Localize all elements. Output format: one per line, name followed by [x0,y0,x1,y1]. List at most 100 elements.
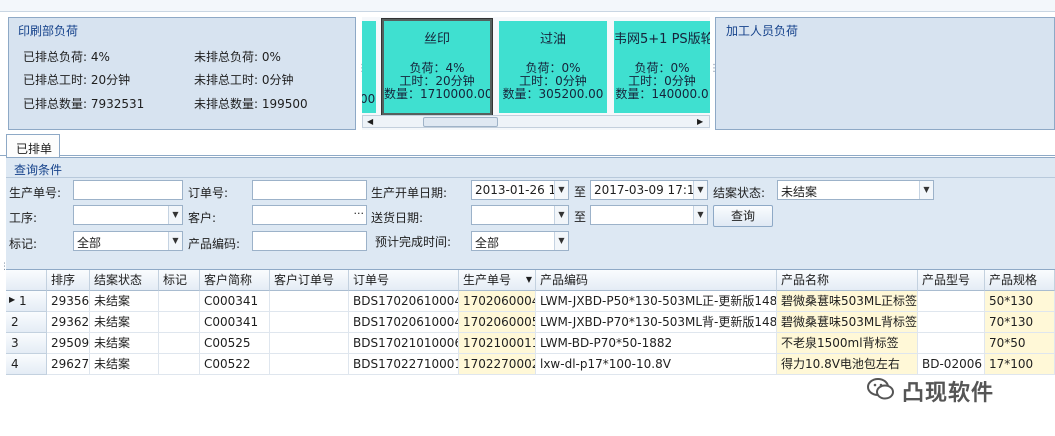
process-card-rotary[interactable]: 韦网5+1 PS版轮转 负荷：0% 工时：0分钟 数量：140000.0 [614,21,710,113]
filter-icon[interactable]: ▼ [526,270,532,290]
watermark-text: 凸现软件 [902,381,995,406]
chevron-down-icon[interactable]: ▼ [693,206,707,224]
process-card-varnish[interactable]: 过油 负荷：0% 工时：0分钟 数量：305200.00 [499,21,607,113]
table-cell[interactable]: 50*130 [985,291,1055,312]
order-no-label: 订单号: [188,186,229,200]
header-cust-order[interactable]: 客户订单号 [270,270,349,291]
header-customer[interactable]: 客户简称 [200,270,270,291]
header-order[interactable]: 排序 [47,270,90,291]
print-load-panel: 印刷部负荷 已排总负荷: 4% 未排总负荷: 0% 已排总工时: 20分钟 未排… [8,17,356,130]
open-date-from[interactable]: 2013-01-26 1 ▼ [471,180,569,200]
status-select[interactable]: 未结案 ▼ [777,180,934,200]
table-cell[interactable]: 碧微桑葚味503ML正标签 [777,291,918,312]
header-status[interactable]: 结案状态 [90,270,159,291]
ellipsis-icon[interactable]: ··· [354,207,365,220]
chevron-down-icon[interactable]: ▼ [554,181,568,199]
process-card-silkscreen[interactable]: 丝印 负荷：4% 工时：20分钟 数量：1710000.00 [381,18,493,116]
header-order-no[interactable]: 订单号 [349,270,459,291]
scroll-right-icon[interactable]: ▶ [697,116,703,128]
table-cell[interactable]: 未结案 [90,354,159,375]
scroll-thumb[interactable] [423,117,498,127]
order-no-input[interactable] [252,180,367,200]
table-cell[interactable] [270,333,349,354]
search-button[interactable]: 查询 [713,205,773,227]
row-indicator[interactable]: 3 [6,333,47,354]
table-cell[interactable]: 不老泉1500ml背标签 [777,333,918,354]
row-indicator[interactable]: 4 [6,354,47,375]
table-cell[interactable]: 29356 [47,291,90,312]
table-cell[interactable]: 29627 [47,354,90,375]
grid-rows: ▶ 1 29356 未结案 C000341 BDS17020610004 170… [6,291,1055,375]
table-cell[interactable]: 17*100 [985,354,1055,375]
side-grip[interactable]: ⋮ [0,262,9,282]
card-scrollbar[interactable]: ◀ ▶ [362,115,710,128]
table-cell[interactable]: BDS17020610004 [349,291,459,312]
table-cell[interactable]: 1702270002 [459,354,536,375]
table-cell[interactable]: C000341 [200,312,270,333]
worker-load-title: 加工人员负荷 [726,24,799,38]
table-cell[interactable]: LWM-JXBD-P70*130-503ML背-更新版1486 [536,312,777,333]
table-cell[interactable]: BD-02006 [918,354,985,375]
table-cell[interactable]: 1702060004 [459,291,536,312]
table-cell[interactable]: BDS17022710001 [349,354,459,375]
product-code-input[interactable] [252,231,367,251]
header-prod-no[interactable]: 生产单号 ▼ [459,270,536,291]
table-cell[interactable]: 得力10.8V电池包左右 [777,354,918,375]
table-cell[interactable]: 29362 [47,312,90,333]
table-cell[interactable]: LWM-JXBD-P50*130-503ML正-更新版1486 [536,291,777,312]
chevron-down-icon[interactable]: ▼ [554,206,568,224]
table-cell[interactable] [918,333,985,354]
table-cell[interactable] [918,312,985,333]
table-cell[interactable] [270,354,349,375]
table-cell[interactable]: C00525 [200,333,270,354]
header-product-name[interactable]: 产品名称 [777,270,918,291]
table-cell[interactable]: 未结案 [90,312,159,333]
table-cell[interactable] [159,333,200,354]
header-product-code[interactable]: 产品编码 [536,270,777,291]
table-cell[interactable] [918,291,985,312]
mark-select[interactable]: 全部 ▼ [73,231,183,251]
chevron-down-icon[interactable]: ▼ [168,206,182,224]
table-cell[interactable]: 29509 [47,333,90,354]
table-cell[interactable] [270,291,349,312]
prod-no-input[interactable] [73,180,183,200]
table-cell[interactable]: C000341 [200,291,270,312]
table-cell[interactable]: lxw-dl-p17*100-10.8V [536,354,777,375]
table-cell[interactable]: BDS17020610004 [349,312,459,333]
delivery-date-from[interactable]: ▼ [471,205,569,225]
chevron-down-icon[interactable]: ▼ [554,232,568,250]
chevron-down-icon[interactable]: ▼ [693,181,707,199]
header-mark[interactable]: 标记 [159,270,200,291]
delivery-date-to[interactable]: ▼ [590,205,708,225]
table-cell[interactable]: 未结案 [90,291,159,312]
process-card-partial[interactable]: 00 [362,21,376,113]
table-cell[interactable]: 1702100011 [459,333,536,354]
table-cell[interactable]: 碧微桑葚味503ML背标签 [777,312,918,333]
chevron-down-icon[interactable]: ▼ [168,232,182,250]
header-product-model[interactable]: 产品型号 [918,270,985,291]
table-cell[interactable] [159,291,200,312]
table-cell[interactable]: 1702060005 [459,312,536,333]
table-cell[interactable]: 70*50 [985,333,1055,354]
query-divider [6,177,1055,178]
table-cell[interactable] [159,354,200,375]
table-cell[interactable]: 70*130 [985,312,1055,333]
table-cell[interactable]: C00522 [200,354,270,375]
open-date-to[interactable]: 2017-03-09 17:1 ▼ [590,180,708,200]
row-indicator[interactable]: 2 [6,312,47,333]
table-cell[interactable] [159,312,200,333]
card-title: 韦网5+1 PS版轮转 [614,32,710,47]
table-cell[interactable] [270,312,349,333]
process-select[interactable]: ▼ [73,205,183,225]
table-cell[interactable]: LWM-BD-P70*50-1882 [536,333,777,354]
header-product-spec[interactable]: 产品规格 [985,270,1055,291]
scheduled-hours: 已排总工时: 20分钟 [23,73,131,87]
finish-time-select[interactable]: 全部 ▼ [471,231,569,251]
scroll-left-icon[interactable]: ◀ [367,116,373,128]
row-indicator[interactable]: ▶ 1 [6,291,47,312]
chevron-down-icon[interactable]: ▼ [919,181,933,199]
tab-scheduled[interactable]: 已排单 [6,134,60,157]
customer-input[interactable]: ··· [252,205,367,225]
table-cell[interactable]: 未结案 [90,333,159,354]
table-cell[interactable]: BDS17021010006 [349,333,459,354]
